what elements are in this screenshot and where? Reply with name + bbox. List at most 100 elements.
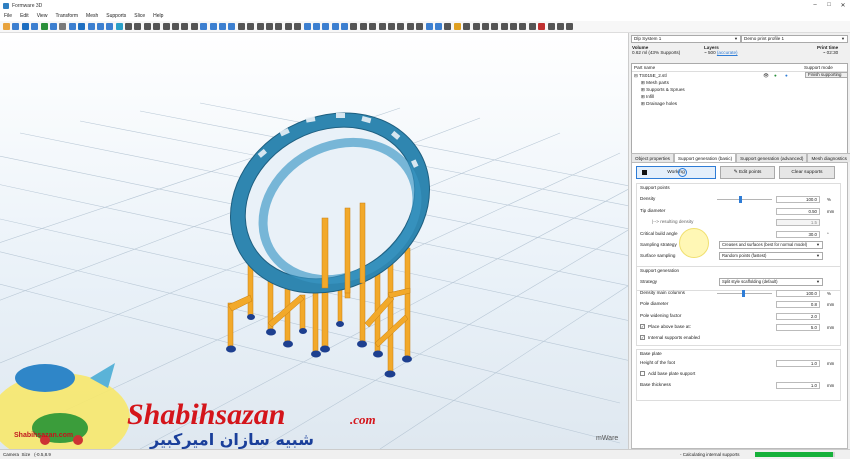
critical-angle-input[interactable]: 30.0 (776, 231, 820, 238)
layers-accurate-link[interactable]: (accurate) (717, 50, 738, 55)
collapse-icon[interactable]: ⊟ (634, 73, 638, 78)
strategy-select[interactable]: Split style scaffolding (default) ▼ (719, 278, 823, 286)
place-above-checkbox[interactable]: ✓ (640, 324, 645, 329)
toolbar-tool-icon[interactable] (341, 23, 349, 30)
toolbar-tool-icon[interactable] (528, 23, 536, 30)
toolbar-tool-icon[interactable] (519, 23, 527, 30)
slider-thumb[interactable] (741, 290, 745, 297)
toolbar-tool-icon[interactable] (284, 23, 292, 30)
toolbar-tool-icon[interactable] (294, 23, 302, 30)
tree-child-row[interactable]: ⊞ Drainage holes (632, 100, 847, 107)
toolbar-tool-icon[interactable] (162, 23, 170, 30)
place-above-input[interactable]: 5.0 (776, 324, 820, 331)
toolbar-tool-icon[interactable] (275, 23, 283, 30)
toolbar-tool-icon[interactable] (87, 23, 95, 30)
expand-icon[interactable]: ⊞ (641, 87, 645, 92)
toolbar-tool-icon[interactable] (228, 23, 236, 30)
toolbar-tool-icon[interactable] (247, 23, 255, 30)
edit-points-button[interactable]: ✎ Edit points (720, 166, 775, 179)
toolbar-tool-icon[interactable] (547, 23, 555, 30)
maximize-button[interactable]: □ (822, 2, 836, 9)
toolbar-tool-icon[interactable] (68, 23, 76, 30)
toolbar-tool-icon[interactable] (96, 23, 104, 30)
eye-icon[interactable]: 👁 (763, 72, 769, 79)
toolbar-tool-icon[interactable] (106, 23, 114, 30)
toolbar-tool-icon[interactable] (322, 23, 330, 30)
tab-support-basic[interactable]: Support generation (basic) (673, 153, 737, 162)
toolbar-tool-icon[interactable] (134, 23, 142, 30)
3d-viewport[interactable]: mWare Shabihsazan.com Shabihsazan .com ش… (0, 33, 628, 449)
clear-supports-button[interactable]: Clear supports (779, 166, 835, 179)
toolbar-tool-icon[interactable] (78, 23, 86, 30)
internal-supports-checkbox[interactable]: ✓ (640, 335, 645, 340)
toolbar-tool-icon[interactable] (31, 23, 39, 30)
toolbar-tool-icon[interactable] (350, 23, 358, 30)
tab-support-advanced[interactable]: Support generation (advanced) (736, 153, 808, 162)
toolbar-tool-icon[interactable] (190, 23, 198, 30)
toolbar-tool-icon[interactable] (12, 23, 20, 30)
toolbar-tool-icon[interactable] (143, 23, 151, 30)
profile-select[interactable]: Demo print profile 1 ▼ (741, 35, 848, 43)
add-base-plate-checkbox[interactable] (640, 371, 645, 376)
working-button[interactable]: Working (636, 166, 716, 179)
menu-slice[interactable]: Slice (134, 13, 145, 19)
tree-child-row[interactable]: ⊞ Supports & Sprues (632, 86, 847, 93)
toolbar-tool-icon[interactable] (49, 23, 57, 30)
toolbar-tool-icon[interactable] (21, 23, 29, 30)
support-mode-button[interactable]: Finish supporting (805, 72, 848, 78)
close-button[interactable]: ✕ (836, 2, 850, 9)
toolbar-tool-icon[interactable] (200, 23, 208, 30)
toolbar-tool-icon[interactable] (303, 23, 311, 30)
toolbar-tool-icon[interactable] (510, 23, 518, 30)
toolbar-tool-icon[interactable] (331, 23, 339, 30)
toolbar-tool-icon[interactable] (181, 23, 189, 30)
base-thickness-input[interactable]: 1.0 (776, 382, 820, 389)
toolbar-tool-icon[interactable] (566, 23, 574, 30)
menu-edit[interactable]: Edit (20, 13, 29, 19)
expand-icon[interactable]: ⊞ (641, 94, 645, 99)
tab-object-properties[interactable]: Object properties (631, 153, 674, 162)
menu-help[interactable]: Help (153, 13, 163, 19)
toolbar-tool-icon[interactable] (59, 23, 67, 30)
toolbar-tool-icon[interactable] (359, 23, 367, 30)
menu-supports[interactable]: Supports (106, 13, 126, 19)
surface-sampling-select[interactable]: Random points (fastest) ▼ (719, 252, 823, 260)
sampling-strategy-select[interactable]: Creases and surfaces (best for normal mo… (719, 241, 823, 249)
toolbar-tool-icon[interactable] (434, 23, 442, 30)
toolbar-tool-icon[interactable] (557, 23, 565, 30)
minimize-button[interactable]: – (808, 2, 822, 9)
tree-root-row[interactable]: ⊟ TS015E_2.stl 👁 ● ● Finish supporting (632, 72, 848, 79)
menu-mesh[interactable]: Mesh (86, 13, 98, 19)
menu-file[interactable]: File (4, 13, 12, 19)
toolbar-tool-icon[interactable] (538, 23, 546, 30)
toolbar-tool-icon[interactable] (172, 23, 180, 30)
toolbar-tool-icon[interactable] (481, 23, 489, 30)
pole-diameter-input[interactable]: 0.8 (776, 301, 820, 308)
toolbar-tool-icon[interactable] (463, 23, 471, 30)
toolbar-tool-icon[interactable] (397, 23, 405, 30)
density-input[interactable]: 100.0 (776, 196, 820, 203)
tree-child-row[interactable]: ⊞ Infill (632, 93, 847, 100)
toolbar-tool-icon[interactable] (491, 23, 499, 30)
toolbar-tool-icon[interactable] (416, 23, 424, 30)
tree-child-row[interactable]: ⊞ Mesh parts (632, 79, 847, 86)
menu-transform[interactable]: Transform (55, 13, 78, 19)
toolbar-tool-icon[interactable] (115, 23, 123, 30)
toolbar-tool-icon[interactable] (312, 23, 320, 30)
toolbar-tool-icon[interactable] (472, 23, 480, 30)
toolbar-tool-icon[interactable] (453, 23, 461, 30)
expand-icon[interactable]: ⊞ (641, 80, 645, 85)
toolbar-tool-icon[interactable] (125, 23, 133, 30)
slider-thumb[interactable] (739, 196, 742, 203)
parts-tree[interactable]: Part name Support mode ⊟ TS015E_2.stl 👁 ●… (631, 63, 848, 157)
toolbar-tool-icon[interactable] (40, 23, 48, 30)
toolbar-tool-icon[interactable] (209, 23, 217, 30)
toolbar-tool-icon[interactable] (153, 23, 161, 30)
tab-mesh-diagnostics[interactable]: Mesh diagnostics (807, 153, 850, 162)
toolbar-tool-icon[interactable] (237, 23, 245, 30)
toolbar-tool-icon[interactable] (369, 23, 377, 30)
density-main-slider[interactable] (717, 290, 772, 297)
toolbar-tool-icon[interactable] (256, 23, 264, 30)
toolbar-tool-icon[interactable] (265, 23, 273, 30)
toolbar-tool-icon[interactable] (425, 23, 433, 30)
